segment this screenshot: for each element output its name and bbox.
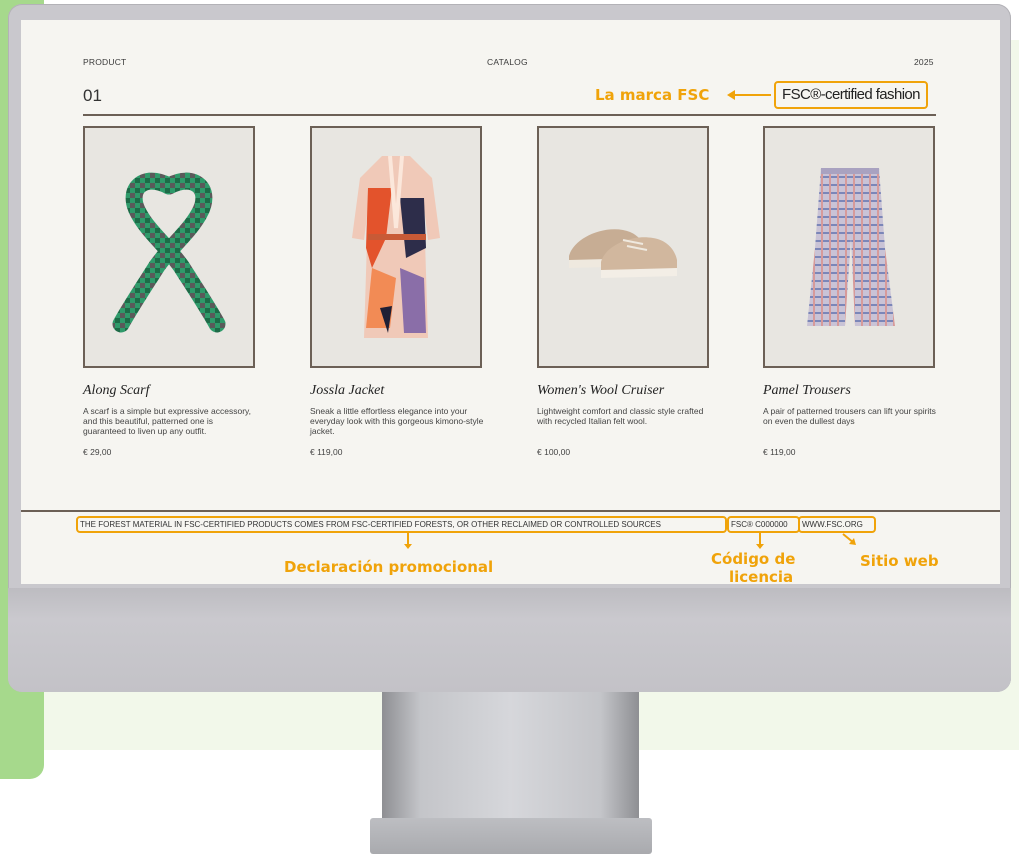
catalog-screen: PRODUCT CATALOG 2025 01 La marca FSC FSC… xyxy=(21,20,1000,584)
kimono-jacket-illustration xyxy=(352,155,440,338)
header-catalog-label: CATALOG xyxy=(487,57,528,67)
callout-license-label-line2: licencia xyxy=(729,568,794,584)
monitor-stand-neck xyxy=(382,690,639,825)
product-image-shoes[interactable] xyxy=(537,126,709,368)
callout-promo-label: Declaración promocional xyxy=(284,558,494,576)
product-name[interactable]: Women's Wool Cruiser xyxy=(537,383,664,399)
callout-license-label-line1: Código de xyxy=(711,550,796,568)
wool-shoes-illustration xyxy=(569,229,677,278)
arrow-down-icon xyxy=(756,544,764,549)
product-description: A scarf is a simple but expressive acces… xyxy=(83,406,252,436)
product-price: € 119,00 xyxy=(763,447,796,457)
license-code-box: FSC® C000000 xyxy=(727,516,800,533)
monitor-stand-foot xyxy=(370,818,652,854)
header-divider xyxy=(83,114,936,116)
product-name[interactable]: Jossla Jacket xyxy=(310,383,384,399)
arrow-diagonal-icon xyxy=(842,533,856,545)
arrow-down-icon xyxy=(404,544,412,549)
patterned-trousers-illustration xyxy=(807,168,895,326)
footer-divider xyxy=(21,510,1000,512)
product-name[interactable]: Along Scarf xyxy=(83,383,150,399)
header-product-label: PRODUCT xyxy=(83,57,127,67)
product-price: € 119,00 xyxy=(310,447,343,457)
callout-brand-label: La marca FSC xyxy=(595,86,710,104)
monitor-frame: PRODUCT CATALOG 2025 01 La marca FSC FSC… xyxy=(8,4,1011,692)
callout-arrow-line xyxy=(734,94,771,96)
scarf-illustration xyxy=(112,172,226,333)
page-number: 01 xyxy=(83,86,102,105)
product-description: Sneak a little effortless elegance into … xyxy=(310,406,484,436)
product-name[interactable]: Pamel Trousers xyxy=(763,383,851,399)
product-price: € 29,00 xyxy=(83,447,112,457)
monitor-chin xyxy=(8,588,1011,692)
website-box[interactable]: WWW.FSC.ORG xyxy=(798,516,876,533)
header-year-label: 2025 xyxy=(914,57,934,67)
product-image-jacket[interactable] xyxy=(310,126,482,368)
product-image-trousers[interactable] xyxy=(763,126,935,368)
promo-statement-box: THE FOREST MATERIAL IN FSC-CERTIFIED PRO… xyxy=(76,516,727,533)
product-description: A pair of patterned trousers can lift yo… xyxy=(763,406,936,426)
callout-website-label: Sitio web xyxy=(860,552,939,570)
product-price: € 100,00 xyxy=(537,447,571,457)
fsc-trademark-box: FSC®-certified fashion xyxy=(774,81,928,109)
product-description: Lightweight comfort and classic style cr… xyxy=(537,406,704,426)
product-image-scarf[interactable] xyxy=(83,126,255,368)
